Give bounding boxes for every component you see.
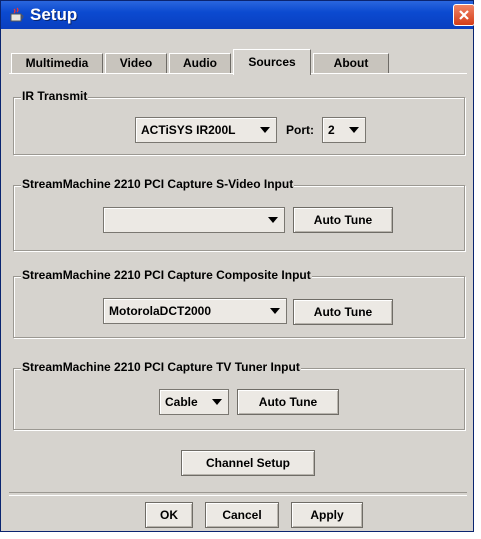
port-label: Port: [286, 123, 314, 137]
window-title: Setup [30, 5, 78, 24]
tv-tuner-auto-tune-button[interactable]: Auto Tune [237, 389, 339, 415]
channel-setup-button[interactable]: Channel Setup [181, 450, 315, 476]
apply-button[interactable]: Apply [291, 502, 363, 528]
composite-source-value: MotorolaDCT2000 [109, 304, 212, 318]
tab-sources[interactable]: Sources [233, 49, 311, 75]
title-bar[interactable]: Setup [1, 1, 475, 29]
setup-window: Setup Multimedia Video Audio Sources Abo… [0, 0, 475, 532]
java-cup-icon [10, 7, 24, 22]
close-icon [459, 10, 469, 20]
port-value: 2 [328, 123, 335, 137]
chevron-down-icon [270, 308, 280, 314]
chevron-down-icon [260, 127, 270, 133]
composite-label: StreamMachine 2210 PCI Capture Composite… [21, 268, 312, 282]
tab-audio[interactable]: Audio [169, 53, 231, 73]
composite-auto-tune-button[interactable]: Auto Tune [293, 299, 393, 325]
ir-transmit-label: IR Transmit [21, 89, 89, 103]
tab-about[interactable]: About [313, 53, 389, 73]
cancel-button[interactable]: Cancel [205, 502, 279, 528]
port-select[interactable]: 2 [322, 117, 366, 143]
tv-tuner-label: StreamMachine 2210 PCI Capture TV Tuner … [21, 360, 301, 374]
chevron-down-icon [268, 217, 278, 223]
ok-button[interactable]: OK [145, 502, 193, 528]
chevron-down-icon [212, 399, 222, 405]
ir-device-select[interactable]: ACTiSYS IR200L [135, 117, 277, 143]
svideo-label: StreamMachine 2210 PCI Capture S-Video I… [21, 177, 295, 191]
footer-separator [9, 492, 467, 496]
svideo-source-select[interactable] [103, 207, 285, 233]
close-button[interactable] [453, 4, 475, 26]
svideo-auto-tune-button[interactable]: Auto Tune [293, 207, 393, 233]
chevron-down-icon [349, 127, 359, 133]
tab-multimedia[interactable]: Multimedia [11, 53, 103, 73]
tv-tuner-source-value: Cable [165, 395, 198, 409]
tab-video[interactable]: Video [105, 53, 167, 73]
ir-device-value: ACTiSYS IR200L [141, 123, 236, 137]
composite-source-select[interactable]: MotorolaDCT2000 [103, 298, 287, 324]
tv-tuner-source-select[interactable]: Cable [159, 389, 229, 415]
